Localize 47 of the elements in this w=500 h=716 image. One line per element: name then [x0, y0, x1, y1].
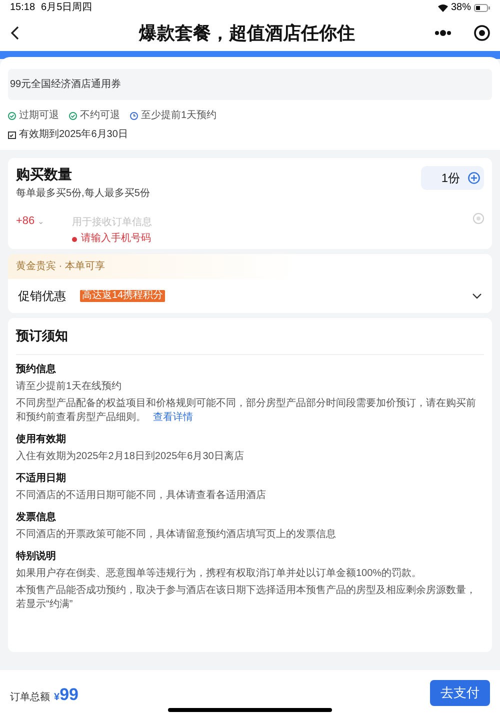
details-link[interactable]: 查看详情 — [152, 412, 193, 422]
notice-text: 如果用户存在倒卖、恶意囤单等违规行为，携程有权取消订单并处以订单金额100%的罚款。 — [16, 566, 423, 580]
notice-text: 不同房型产品配备的权益项目和价格规则可能不同，部分房型产品部分时间段需要加价预订，请在购买前和预约前查看房型产品细则。 查看详情 — [16, 396, 477, 424]
wifi-icon — [438, 4, 448, 12]
notice-text: 不同酒店的开票政策可能不同，具体请留意预约酒店填写页上的发票信息 — [16, 528, 337, 542]
back-icon[interactable] — [10, 25, 20, 41]
promo-label: 促销优惠 — [18, 288, 67, 305]
error-message: 请输入手机号码 — [81, 233, 151, 245]
promo-badge: 高达返14携程积分 — [80, 290, 166, 302]
status-date: 6月5日周四 — [41, 1, 92, 15]
calendar-icon — [8, 130, 16, 138]
product-name: 99元全国经济酒店通用券 — [10, 79, 122, 90]
plus-icon[interactable] — [468, 172, 480, 184]
error-dot-icon — [72, 236, 77, 242]
page-title: 爆款套餐，超值酒店任你住 — [139, 22, 355, 42]
battery-icon — [474, 4, 490, 12]
notice-heading: 特别说明 — [16, 550, 56, 562]
section-title: 购买数量 — [16, 166, 72, 182]
policy-tag: 不约可退 — [80, 108, 120, 123]
close-icon[interactable] — [474, 25, 490, 41]
phone-input[interactable]: 用于接收订单信息 — [72, 215, 473, 230]
notice-text: 本预售产品能否成功预约，取决于参与酒店在该日期下选择适用本预售产品的房型及相应剩余房源数量，若显示“约满” — [16, 584, 477, 612]
status-time: 15:18 — [10, 1, 36, 15]
notice-heading: 发票信息 — [16, 512, 56, 522]
notice-text: 不同酒店的不适用日期可能不同，具体请查看各适用酒店 — [16, 488, 267, 502]
total-amount: ¥99 — [54, 684, 78, 706]
notice-heading: 使用有效期 — [16, 434, 66, 444]
notice-heading: 不适用日期 — [16, 472, 66, 484]
more-icon[interactable] — [434, 30, 452, 36]
pay-button[interactable]: 去支付 — [430, 680, 490, 706]
policy-tag: 过期可退 — [19, 108, 59, 123]
notice-text: 请至少提前1天在线预约 — [16, 380, 123, 394]
battery-percent: 38% — [450, 1, 471, 15]
chevron-icon[interactable] — [472, 293, 482, 299]
purchase-limit: 每单最多买5份,每人最多买5份 — [16, 188, 150, 199]
quantity-stepper[interactable]: 1份 — [421, 166, 484, 190]
notice-heading: 预约信息 — [16, 364, 56, 374]
clock-icon — [130, 112, 138, 120]
policy-tag: 至少提前1天预约 — [141, 108, 217, 123]
total-label: 订单总额 — [10, 690, 50, 705]
member-label: 黄金贵宾 · 本单可享 — [16, 261, 105, 272]
country-code[interactable]: +86 ⌄ — [16, 209, 72, 230]
validity-text: 有效期到2025年6月30日 — [19, 128, 128, 142]
notice-text: 入住有效期为2025年2月18日到2025年6月30日离店 — [16, 450, 245, 464]
check-icon — [8, 112, 16, 120]
section-title: 预订须知 — [16, 328, 68, 343]
check-icon — [69, 112, 77, 120]
